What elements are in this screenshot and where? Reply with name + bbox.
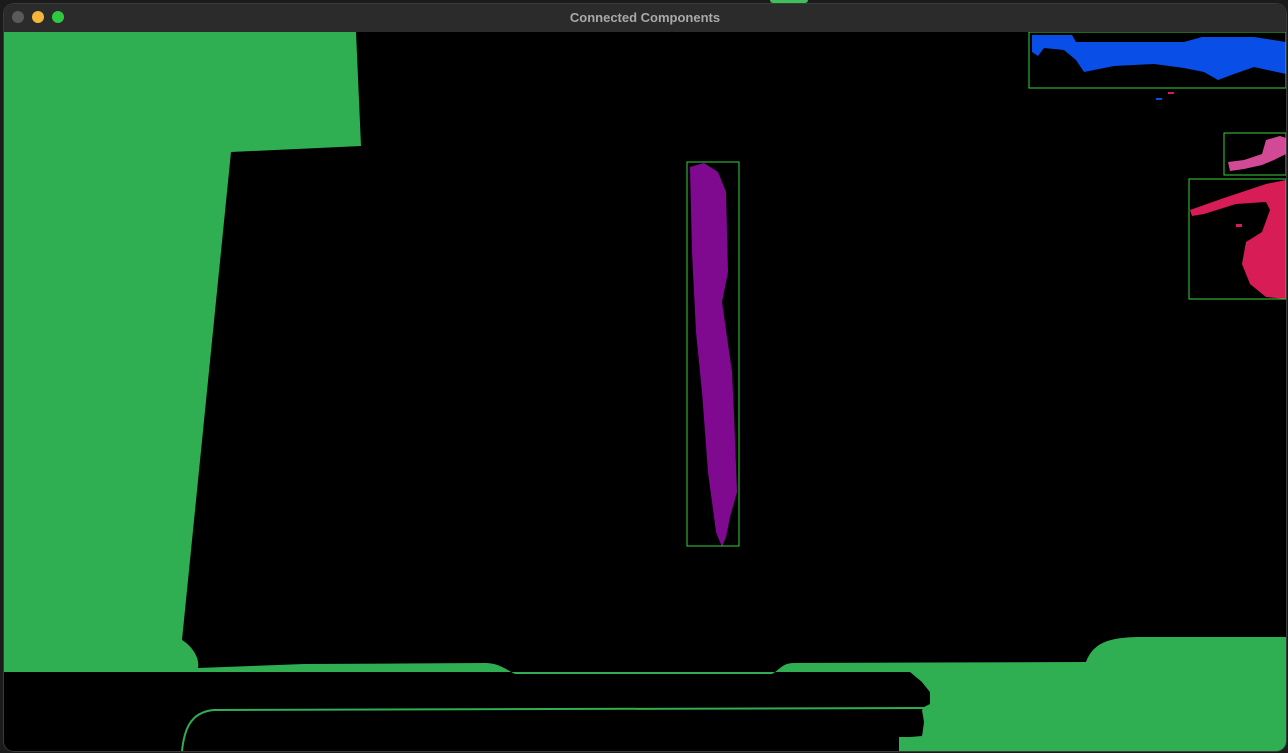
pink-component	[1228, 136, 1286, 171]
red-small-speck	[1236, 224, 1242, 227]
green-region-bottom-right	[899, 682, 1286, 751]
blue-component	[1032, 35, 1286, 80]
window-tab-indicator	[770, 0, 808, 3]
window-title: Connected Components	[569, 10, 721, 25]
green-region-bottom-band	[4, 674, 926, 751]
image-canvas	[4, 32, 1286, 751]
title-bar[interactable]: Connected Components	[4, 4, 1286, 33]
blue-speck	[1156, 98, 1162, 100]
components-visualization	[4, 32, 1286, 751]
red-speck	[1168, 92, 1174, 94]
red-component	[1190, 180, 1286, 299]
app-window: Connected Components	[4, 4, 1286, 751]
purple-component	[690, 163, 737, 547]
green-region-left	[4, 32, 1286, 751]
